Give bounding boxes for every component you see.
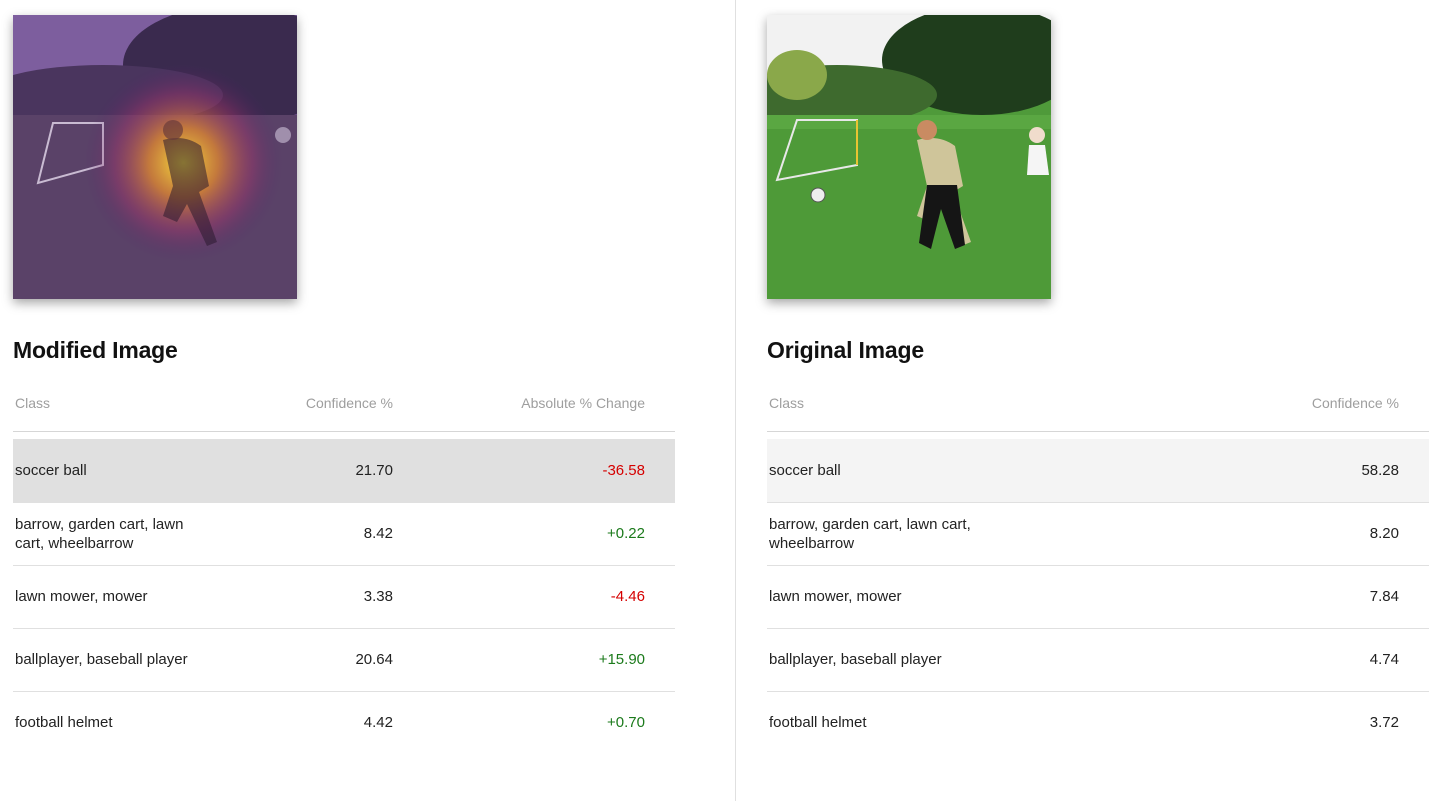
- class-label: soccer ball: [769, 461, 841, 479]
- change-value: +0.70: [607, 714, 645, 732]
- table-row[interactable]: soccer ball 58.28: [767, 439, 1429, 503]
- change-value: +0.22: [423, 502, 675, 566]
- class-label: ballplayer, baseball player: [15, 651, 188, 668]
- class-label: lawn mower, mower: [769, 588, 902, 605]
- confidence-value: 4.42: [363, 714, 393, 732]
- column-header-confidence: Confidence %: [1067, 375, 1429, 432]
- modified-image-heatmap: [13, 15, 297, 299]
- confidence-value: 3.38: [223, 565, 423, 629]
- class-label: lawn mower, mower: [15, 588, 148, 605]
- modified-predictions-table: Class Confidence % Absolute % Change soc…: [13, 375, 675, 754]
- confidence-value: 4.74: [1067, 628, 1429, 692]
- original-image: [767, 15, 1051, 299]
- table-row[interactable]: football helmet 4.42 +0.70: [13, 691, 675, 754]
- confidence-value: 8.42: [223, 502, 423, 566]
- column-header-class: Class: [13, 375, 223, 432]
- table-row[interactable]: football helmet 3.72: [767, 691, 1429, 754]
- class-label: barrow, garden cart, lawn cart, wheelbar…: [769, 515, 971, 552]
- table-row[interactable]: barrow, garden cart, lawn cart, wheelbar…: [13, 502, 675, 566]
- confidence-value: 8.20: [1067, 502, 1429, 566]
- column-header-confidence: Confidence %: [223, 375, 423, 432]
- table-row[interactable]: lawn mower, mower 3.38 -4.46: [13, 565, 675, 629]
- column-header-class: Class: [767, 375, 1067, 432]
- confidence-value: 7.84: [1067, 565, 1429, 629]
- table-row[interactable]: ballplayer, baseball player 20.64 +15.90: [13, 628, 675, 692]
- modified-image-panel: Modified Image Class Confidence % Absolu…: [0, 0, 735, 801]
- column-header-change: Absolute % Change: [423, 375, 675, 432]
- modified-image-title: Modified Image: [13, 337, 178, 363]
- original-predictions-table: Class Confidence % soccer ball 58.28 bar…: [767, 375, 1429, 754]
- table-row[interactable]: soccer ball 21.70 -36.58: [13, 439, 675, 503]
- soccer-heatmap-image: [13, 15, 297, 299]
- original-image-panel: Original Image Class Confidence % soccer…: [736, 0, 1452, 801]
- confidence-value: 3.72: [1369, 714, 1399, 732]
- soccer-photo-image: [767, 15, 1051, 299]
- class-label: football helmet: [769, 714, 867, 732]
- class-label: ballplayer, baseball player: [769, 651, 942, 668]
- confidence-value: 20.64: [223, 628, 423, 692]
- change-value: -4.46: [423, 565, 675, 629]
- original-image-title: Original Image: [767, 337, 924, 363]
- table-row[interactable]: ballplayer, baseball player 4.74: [767, 628, 1429, 692]
- class-label: soccer ball: [15, 461, 87, 479]
- confidence-value: 58.28: [1067, 439, 1429, 503]
- change-value: +15.90: [423, 628, 675, 692]
- change-value: -36.58: [423, 439, 675, 503]
- class-label: football helmet: [15, 714, 113, 732]
- table-row[interactable]: lawn mower, mower 7.84: [767, 565, 1429, 629]
- table-row[interactable]: barrow, garden cart, lawn cart, wheelbar…: [767, 502, 1429, 566]
- confidence-value: 21.70: [223, 439, 423, 503]
- class-label: barrow, garden cart, lawn cart, wheelbar…: [15, 515, 184, 552]
